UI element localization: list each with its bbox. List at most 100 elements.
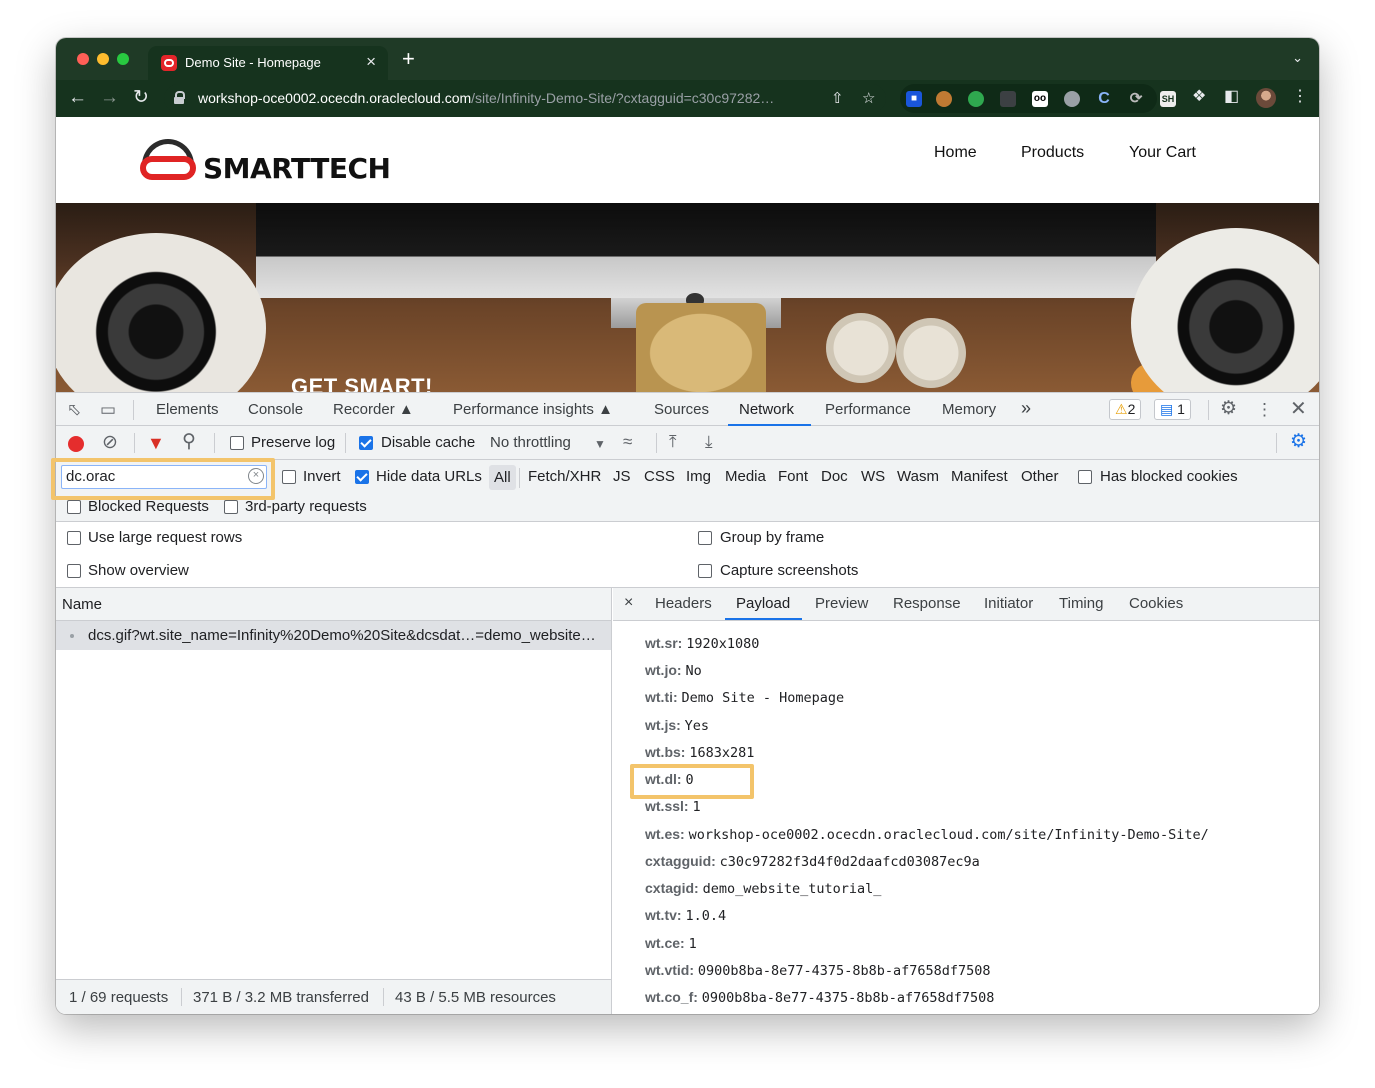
- type-filter-ws[interactable]: WS: [861, 468, 885, 485]
- tab-network[interactable]: Network: [739, 401, 794, 418]
- payload-row: wt.co_f: 0900b8ba-8e77-4375-8b8b-af7658d…: [645, 989, 995, 1006]
- device-toolbar-icon[interactable]: ▭: [100, 400, 116, 420]
- extensions-bar: ■ oo C ⟳: [900, 84, 1157, 113]
- type-filter-wasm[interactable]: Wasm: [897, 468, 939, 485]
- browser-tab[interactable]: Demo Site - Homepage ×: [148, 46, 388, 80]
- extensions-puzzle-icon[interactable]: ❖: [1192, 87, 1206, 107]
- tab-performance[interactable]: Performance: [825, 401, 911, 418]
- chevron-down-icon[interactable]: ▼: [594, 434, 606, 454]
- group-by-frame-label: Group by frame: [720, 529, 825, 546]
- sh-extension-icon[interactable]: SH: [1160, 91, 1176, 107]
- filter-highlight-box: [51, 458, 275, 500]
- request-row[interactable]: dcs.gif?wt.site_name=Infinity%20Demo%20S…: [56, 621, 611, 650]
- tab-recorder[interactable]: Recorder ▲: [333, 401, 414, 418]
- bookmark-star-icon[interactable]: ☆: [862, 89, 875, 107]
- close-devtools-icon[interactable]: ✕: [1290, 399, 1307, 419]
- address-bar[interactable]: workshop-oce0002.ocecdn.oraclecloud.com/…: [164, 84, 886, 113]
- filter-icon[interactable]: ▼: [147, 433, 165, 453]
- third-party-checkbox[interactable]: [224, 500, 238, 514]
- devtools-menu-icon[interactable]: ⋮: [1256, 400, 1273, 420]
- close-detail-icon[interactable]: ×: [624, 594, 633, 612]
- close-window-button[interactable]: [77, 53, 89, 65]
- messages-badge[interactable]: ▤ 1: [1154, 399, 1191, 420]
- tab-cookies[interactable]: Cookies: [1129, 595, 1183, 612]
- large-rows-checkbox[interactable]: [67, 531, 81, 545]
- clear-icon[interactable]: ⊘: [102, 433, 118, 453]
- shield-extension-icon[interactable]: ■: [906, 91, 922, 107]
- type-filter-media[interactable]: Media: [725, 468, 766, 485]
- tab-elements[interactable]: Elements: [156, 401, 219, 418]
- share-icon[interactable]: ⇧: [831, 89, 844, 107]
- smarttech-logo[interactable]: SMARTTECH: [138, 139, 391, 185]
- tab-preview[interactable]: Preview: [815, 595, 868, 612]
- tab-response[interactable]: Response: [893, 595, 961, 612]
- devtools-settings-gear-icon[interactable]: ⚙: [1220, 399, 1237, 419]
- tab-headers[interactable]: Headers: [655, 595, 712, 612]
- new-tab-button[interactable]: +: [402, 48, 415, 70]
- disable-cache-checkbox[interactable]: [359, 436, 373, 450]
- tab-payload[interactable]: Payload: [736, 595, 790, 612]
- minimize-window-button[interactable]: [97, 53, 109, 65]
- invert-checkbox[interactable]: [282, 470, 296, 484]
- owl-extension-icon[interactable]: oo: [1032, 91, 1048, 107]
- nav-cart-link[interactable]: Your Cart: [1129, 144, 1196, 162]
- record-button[interactable]: [68, 436, 84, 452]
- tab-strip: Demo Site - Homepage × + ⌄: [56, 38, 1319, 80]
- has-blocked-cookies-label: Has blocked cookies: [1100, 468, 1238, 485]
- cookie-extension-icon[interactable]: [936, 91, 952, 107]
- group-by-frame-checkbox[interactable]: [698, 531, 712, 545]
- type-filter-css[interactable]: CSS: [644, 468, 675, 485]
- profile-avatar[interactable]: [1256, 88, 1276, 108]
- type-filter-fetch-xhr[interactable]: Fetch/XHR: [528, 468, 601, 485]
- hero-banner-image: GET SMART!: [56, 203, 1319, 392]
- tab-title: Demo Site - Homepage: [185, 55, 321, 70]
- export-har-icon[interactable]: ⤓: [705, 432, 713, 452]
- show-overview-checkbox[interactable]: [67, 564, 81, 578]
- side-panel-icon[interactable]: ◧: [1224, 87, 1239, 107]
- payload-row: wt.ti: Demo Site - Homepage: [645, 689, 845, 706]
- network-settings-gear-icon[interactable]: ⚙: [1290, 432, 1307, 452]
- dev-extension-icon[interactable]: [1000, 91, 1016, 107]
- type-filter-all[interactable]: All: [489, 465, 516, 490]
- name-column-header[interactable]: Name: [62, 596, 102, 613]
- network-conditions-icon[interactable]: ≈: [623, 432, 632, 452]
- tab-search-icon[interactable]: ⌄: [1292, 50, 1303, 66]
- browser-menu-icon[interactable]: ⋮: [1292, 87, 1308, 107]
- back-icon[interactable]: ←: [68, 87, 87, 109]
- sync-extension-icon[interactable]: ⟳: [1128, 91, 1144, 107]
- circle-extension-icon[interactable]: [1064, 91, 1080, 107]
- type-filter-other[interactable]: Other: [1021, 468, 1059, 485]
- zoom-window-button[interactable]: [117, 53, 129, 65]
- warnings-badge[interactable]: ⚠2: [1109, 399, 1142, 420]
- hide-data-urls-checkbox[interactable]: [355, 470, 369, 484]
- type-filter-js[interactable]: JS: [613, 468, 631, 485]
- tab-performance-insights[interactable]: Performance insights ▲: [453, 401, 613, 418]
- tab-sources[interactable]: Sources: [654, 401, 709, 418]
- blocked-requests-checkbox[interactable]: [67, 500, 81, 514]
- tab-console[interactable]: Console: [248, 401, 303, 418]
- request-count: 1 / 69 requests: [69, 989, 169, 1006]
- headphones-icon: [138, 139, 198, 181]
- tab-memory[interactable]: Memory: [942, 401, 996, 418]
- nav-home-link[interactable]: Home: [934, 144, 977, 162]
- reload-icon[interactable]: ↻: [133, 87, 149, 109]
- type-filter-manifest[interactable]: Manifest: [951, 468, 1008, 485]
- forward-icon[interactable]: →: [100, 87, 119, 109]
- has-blocked-cookies-checkbox[interactable]: [1078, 470, 1092, 484]
- tab-initiator[interactable]: Initiator: [984, 595, 1033, 612]
- type-filter-doc[interactable]: Doc: [821, 468, 848, 485]
- close-tab-icon[interactable]: ×: [366, 52, 376, 72]
- nav-products-link[interactable]: Products: [1021, 144, 1084, 162]
- preserve-log-checkbox[interactable]: [230, 436, 244, 450]
- throttling-select[interactable]: No throttling: [490, 434, 571, 451]
- capture-screenshots-checkbox[interactable]: [698, 564, 712, 578]
- tab-timing[interactable]: Timing: [1059, 595, 1103, 612]
- type-filter-font[interactable]: Font: [778, 468, 808, 485]
- search-icon[interactable]: ⚲: [182, 432, 196, 452]
- type-filter-img[interactable]: Img: [686, 468, 711, 485]
- evernote-extension-icon[interactable]: [968, 91, 984, 107]
- c-extension-icon[interactable]: C: [1096, 91, 1112, 107]
- more-tabs-icon[interactable]: »: [1021, 398, 1031, 419]
- import-har-icon[interactable]: ⤒: [669, 432, 677, 452]
- inspect-element-icon[interactable]: ⬁: [67, 400, 81, 420]
